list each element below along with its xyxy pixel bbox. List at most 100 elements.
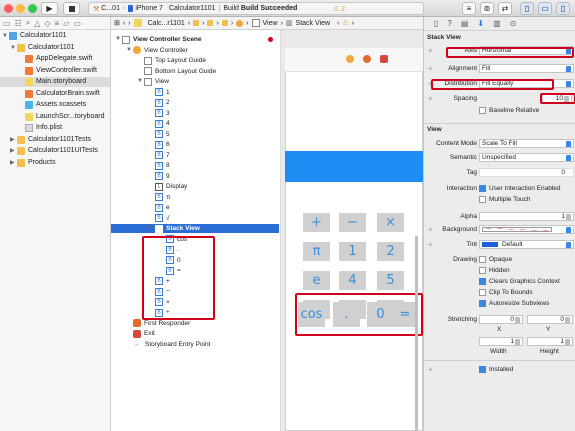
outline-item[interactable]: B2: [111, 98, 279, 107]
background-color-well[interactable]: [479, 225, 574, 234]
close-window-button[interactable]: [4, 4, 13, 13]
semantic-select[interactable]: Unspecified: [479, 153, 574, 162]
stretch-y-field[interactable]: 0: [527, 315, 573, 324]
disclosure-open-icon[interactable]: ▼: [148, 224, 155, 233]
navigator-item[interactable]: CalculatorBrain.swift: [0, 89, 110, 99]
outline-item[interactable]: B3: [111, 109, 279, 118]
toggle-debug-button[interactable]: ▭: [538, 2, 552, 15]
search-icon[interactable]: ⌕: [26, 18, 30, 28]
outline-item[interactable]: B8: [111, 161, 279, 170]
opaque-checkbox[interactable]: [479, 255, 486, 263]
standard-editor-button[interactable]: ≡: [462, 2, 476, 15]
stretch-x-field[interactable]: 0: [479, 315, 523, 324]
user-interaction-checkbox[interactable]: [479, 184, 486, 192]
disclosure-closed-icon[interactable]: ▶: [10, 146, 17, 156]
outline-item[interactable]: B √: [111, 214, 279, 223]
outline-item[interactable]: Bottom Layout Guide: [111, 67, 279, 76]
plus-icon[interactable]: +: [428, 63, 433, 74]
debug-icon[interactable]: ≡: [55, 19, 60, 28]
test-icon[interactable]: ◇: [44, 19, 50, 28]
outline-item[interactable]: ▼ View Controller: [111, 46, 279, 55]
calculator-key[interactable]: −: [339, 213, 366, 232]
disclosure-open-icon[interactable]: ▼: [126, 46, 133, 55]
navigator-item[interactable]: ▼ Calculator1101: [0, 43, 110, 53]
outline-item[interactable]: Bπ: [111, 193, 279, 202]
autoresize-checkbox[interactable]: [479, 299, 486, 307]
storyboard-canvas[interactable]: +−×π12e45√78cos.0=: [281, 30, 423, 431]
navigator-item[interactable]: ▶ Calculator1101Tests: [0, 135, 110, 145]
exit-icon[interactable]: [380, 55, 388, 63]
scheme-selector[interactable]: C...01: [101, 5, 120, 12]
calculator-key[interactable]: e: [303, 271, 330, 290]
navigator-item[interactable]: ▶ Calculator1101UITests: [0, 146, 110, 156]
forward-icon[interactable]: ›: [352, 20, 354, 27]
minimize-window-button[interactable]: [16, 4, 25, 13]
navigator-item[interactable]: ▶ Products: [0, 158, 110, 168]
installed-checkbox[interactable]: [479, 365, 486, 373]
outline-item[interactable]: B6: [111, 140, 279, 149]
stop-button[interactable]: [63, 2, 80, 15]
toggle-utilities-button[interactable]: ▯: [556, 2, 570, 15]
related-items-icon[interactable]: ⊞: [114, 19, 120, 27]
forward-icon[interactable]: ›: [128, 20, 130, 27]
stretch-w-field[interactable]: 1: [479, 337, 523, 346]
alpha-field[interactable]: 1: [479, 212, 574, 221]
warning-icon[interactable]: ⚠: [342, 19, 348, 27]
navigator-item[interactable]: Assets.xcassets: [0, 100, 110, 110]
outline-item[interactable]: B7: [111, 151, 279, 160]
assistant-editor-button[interactable]: ⊚: [480, 2, 494, 15]
size-inspector-icon[interactable]: ▥: [493, 19, 501, 28]
tag-field[interactable]: 0: [479, 168, 574, 177]
warning-icon[interactable]: △: [34, 19, 40, 28]
warning-icon[interactable]: ⚠ 2: [333, 5, 345, 13]
report-icon[interactable]: ▭: [73, 19, 81, 28]
alignment-select[interactable]: Fill: [479, 64, 574, 73]
disclosure-open-icon[interactable]: ▼: [137, 77, 144, 86]
plus-icon[interactable]: +: [428, 239, 433, 250]
disclosure-closed-icon[interactable]: ▶: [10, 158, 17, 168]
view-controller-icon[interactable]: [346, 55, 354, 63]
file-inspector-icon[interactable]: ▯: [434, 19, 438, 28]
navigator-item[interactable]: ▼ Calculator1101: [0, 31, 110, 41]
jump-crumb[interactable]: View: [263, 20, 278, 27]
outline-item[interactable]: Exit: [111, 329, 279, 338]
disclosure-open-icon[interactable]: ▼: [115, 35, 122, 44]
calculator-key[interactable]: π: [303, 242, 330, 261]
jump-crumb[interactable]: Calc...r1101: [148, 20, 185, 27]
plus-icon[interactable]: +: [428, 45, 433, 56]
outline-item[interactable]: ▼ View Controller Scene: [111, 35, 279, 44]
navigator-item[interactable]: Info.plist: [0, 123, 110, 133]
baseline-checkbox[interactable]: [479, 106, 486, 114]
help-inspector-icon[interactable]: ?: [447, 19, 451, 28]
stretch-h-field[interactable]: 1: [527, 337, 573, 346]
disclosure-open-icon[interactable]: ▼: [2, 31, 9, 41]
outline-item[interactable]: ▼ View: [111, 77, 279, 86]
calculator-key[interactable]: 1: [339, 242, 366, 261]
calculator-key[interactable]: 5: [377, 271, 404, 290]
back-icon[interactable]: ‹: [123, 20, 125, 27]
clears-checkbox[interactable]: [479, 277, 486, 285]
zoom-window-button[interactable]: [28, 4, 37, 13]
calculator-key[interactable]: 2: [377, 242, 404, 261]
disclosure-closed-icon[interactable]: ▶: [10, 135, 17, 145]
plus-icon[interactable]: +: [428, 364, 433, 375]
folder-icon[interactable]: ▭: [3, 19, 11, 28]
hidden-checkbox[interactable]: [479, 266, 486, 274]
breakpoint-icon[interactable]: ▱: [63, 19, 69, 28]
outline-item[interactable]: Top Layout Guide: [111, 56, 279, 65]
navigator-item[interactable]: ViewController.swift: [0, 66, 110, 76]
navigator-item[interactable]: LaunchScr...toryboard: [0, 112, 110, 122]
attributes-inspector-icon[interactable]: ⬇: [477, 19, 484, 28]
toggle-navigator-button[interactable]: ▯: [520, 2, 534, 15]
multiple-touch-checkbox[interactable]: [479, 195, 486, 203]
version-editor-button[interactable]: ⇄: [498, 2, 512, 15]
calculator-key[interactable]: +: [303, 213, 330, 232]
content-mode-select[interactable]: Scale To Fill: [479, 139, 574, 148]
calculator-key[interactable]: ×: [377, 213, 404, 232]
identity-inspector-icon[interactable]: ▤: [461, 19, 469, 28]
navigator-item[interactable]: Main.storyboard: [0, 77, 110, 87]
clip-checkbox[interactable]: [479, 288, 486, 296]
disclosure-open-icon[interactable]: ▼: [10, 43, 17, 53]
navigator-item[interactable]: AppDelegate.swift: [0, 54, 110, 64]
first-responder-icon[interactable]: [363, 55, 371, 63]
